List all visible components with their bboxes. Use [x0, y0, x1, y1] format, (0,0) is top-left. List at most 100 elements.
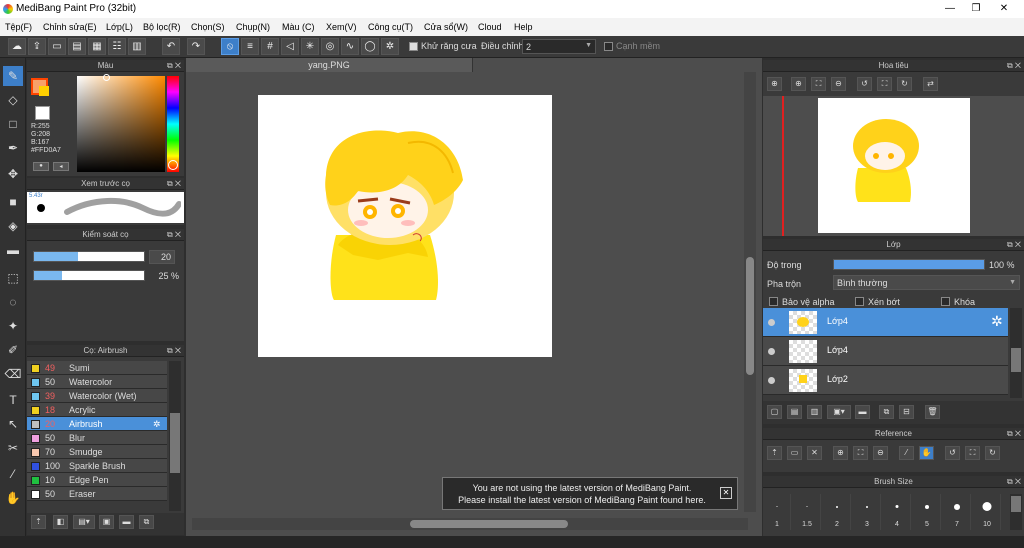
layer-row-selected[interactable]: Lớp4 ✲: [763, 308, 1008, 337]
scrollbar-thumb[interactable]: [410, 520, 568, 528]
menu-file[interactable]: Tệp(F): [5, 22, 32, 32]
zoom-out-icon[interactable]: ⊖: [873, 446, 888, 460]
reference-close-icon[interactable]: ✕: [807, 446, 822, 460]
operation-tool-icon[interactable]: ↖: [3, 414, 23, 434]
brush-folder-icon[interactable]: ▬: [119, 515, 134, 529]
message-icon[interactable]: ▤: [68, 38, 86, 55]
brush-item[interactable]: 50 Watercolor: [27, 375, 167, 389]
rotate-right-icon[interactable]: ↻: [985, 446, 1000, 460]
close-icon[interactable]: ⧉ ✕: [167, 60, 181, 72]
fit-screen-icon[interactable]: ⛶: [811, 77, 826, 91]
pen-curve-tool-icon[interactable]: ✒: [3, 138, 23, 158]
checklist-icon[interactable]: ☷: [108, 38, 126, 55]
add-brush-cloud-icon[interactable]: ⇡: [31, 515, 46, 529]
horizontal-scrollbar[interactable]: [192, 518, 748, 530]
eye-icon[interactable]: [768, 377, 775, 384]
layer-scrollbar[interactable]: [1010, 308, 1022, 398]
eyedropper-tool-icon[interactable]: ⁄: [3, 464, 23, 484]
magic-wand-tool-icon[interactable]: ✦: [3, 316, 23, 336]
eyedropper-icon[interactable]: ⁄: [899, 446, 914, 460]
color-picker-cursor[interactable]: [103, 74, 110, 81]
gear-icon[interactable]: ✲: [991, 313, 1003, 330]
eye-icon[interactable]: [768, 348, 775, 355]
snap-radial-icon[interactable]: ✳: [301, 38, 319, 55]
rotate-left-icon[interactable]: ↺: [945, 446, 960, 460]
document-tab[interactable]: yang.PNG: [186, 58, 473, 72]
layer-folder-icon[interactable]: ▬: [855, 405, 870, 419]
close-icon[interactable]: ⧉ ✕: [1007, 476, 1021, 488]
zoom-out-icon[interactable]: ⊖: [831, 77, 846, 91]
close-window-button[interactable]: ✕: [994, 2, 1014, 15]
eye-icon[interactable]: [768, 319, 775, 326]
grid-list-icon[interactable]: ▥: [128, 38, 146, 55]
scrollbar-thumb[interactable]: [1011, 496, 1021, 512]
merge-layer-icon[interactable]: ⊟: [899, 405, 914, 419]
close-icon[interactable]: ⧉ ✕: [167, 345, 181, 357]
brush-size-scrollbar[interactable]: [1010, 494, 1022, 530]
vertical-scrollbar[interactable]: [744, 72, 756, 512]
update-notice[interactable]: You are not using the latest version of …: [442, 477, 738, 510]
layer-row[interactable]: Lớp2: [763, 366, 1008, 395]
add-layer-menu-icon[interactable]: ▣▾: [827, 405, 851, 419]
flip-icon[interactable]: ⇄: [923, 77, 938, 91]
antialias-checkbox[interactable]: [409, 42, 418, 53]
navigator-preview[interactable]: [763, 96, 1024, 236]
snap-off-icon[interactable]: ⦸: [221, 38, 239, 55]
bucket-tool-icon[interactable]: ◈: [3, 216, 23, 236]
gear-icon[interactable]: ✲: [153, 417, 161, 431]
brush-settings-icon[interactable]: ▣: [99, 515, 114, 529]
menu-cloud[interactable]: Cloud: [478, 22, 502, 32]
scrollbar-thumb[interactable]: [170, 413, 180, 473]
new-color-layer-icon[interactable]: ▤: [787, 405, 802, 419]
brush-item[interactable]: 100 Sparkle Brush: [27, 459, 167, 473]
layer-row[interactable]: Lớp4: [763, 337, 1008, 366]
snap-circle-icon[interactable]: ◎: [321, 38, 339, 55]
restore-button[interactable]: ❐: [966, 2, 986, 15]
reference-upload-icon[interactable]: ⇡: [767, 446, 782, 460]
menu-layer[interactable]: Lớp(L): [106, 22, 133, 32]
brush-list-scrollbar[interactable]: [169, 361, 181, 511]
lock-checkbox[interactable]: [941, 297, 950, 308]
layer-opacity-slider[interactable]: [833, 259, 985, 270]
close-icon[interactable]: ⧉ ✕: [167, 178, 181, 190]
secondary-color-swatch[interactable]: [39, 86, 49, 96]
scrollbar-thumb[interactable]: [1011, 348, 1021, 372]
scrollbar-thumb[interactable]: [746, 257, 754, 375]
brush-item[interactable]: 18 Acrylic: [27, 403, 167, 417]
brush-item[interactable]: 50 Blur: [27, 431, 167, 445]
close-icon[interactable]: ⧉ ✕: [1007, 428, 1021, 440]
add-brush-icon[interactable]: ◧: [53, 515, 68, 529]
hand-icon[interactable]: ✋: [919, 446, 934, 460]
new-layer-icon[interactable]: ▢: [767, 405, 782, 419]
hue-slider[interactable]: [167, 76, 179, 172]
snap-ellipse-icon[interactable]: ◯: [361, 38, 379, 55]
zoom-in-icon[interactable]: ⊕: [767, 77, 782, 91]
soft-edge-checkbox[interactable]: [604, 42, 613, 53]
snap-settings-icon[interactable]: ✲: [381, 38, 399, 55]
document-canvas[interactable]: [258, 95, 552, 357]
brush-size-option[interactable]: 2: [823, 494, 851, 530]
fit-window-icon[interactable]: ⛶: [877, 77, 892, 91]
comment-icon[interactable]: ▭: [48, 38, 66, 55]
brush-size-value[interactable]: 20: [149, 250, 175, 264]
zoom-in-alt-icon[interactable]: ⊕: [791, 77, 806, 91]
add-brush-menu-icon[interactable]: ▤▾: [73, 515, 95, 529]
reference-open-icon[interactable]: ▭: [787, 446, 802, 460]
rectangle-tool-icon[interactable]: □: [3, 114, 23, 134]
brush-size-option[interactable]: 5: [913, 494, 941, 530]
redo-icon[interactable]: ↷: [187, 38, 205, 55]
new-halftone-layer-icon[interactable]: ▥: [807, 405, 822, 419]
fit-window-icon[interactable]: ⛶: [965, 446, 980, 460]
brush-item[interactable]: 50 Eraser: [27, 487, 167, 501]
cloud-icon[interactable]: ☁: [8, 38, 26, 55]
eraser-tool-icon[interactable]: ◇: [3, 90, 23, 110]
gradient-tool-icon[interactable]: ▬: [3, 240, 23, 260]
menu-color[interactable]: Màu (C): [282, 22, 315, 32]
adjust-select[interactable]: 2 ▼: [522, 39, 596, 54]
close-icon[interactable]: ⧉ ✕: [1007, 60, 1021, 72]
snap-parallel-icon[interactable]: ≡: [241, 38, 259, 55]
close-icon[interactable]: ⧉ ✕: [1007, 239, 1021, 251]
delete-layer-icon[interactable]: 🗑: [925, 405, 940, 419]
text-tool-icon[interactable]: T: [3, 390, 23, 410]
fit-screen-icon[interactable]: ⛶: [853, 446, 868, 460]
